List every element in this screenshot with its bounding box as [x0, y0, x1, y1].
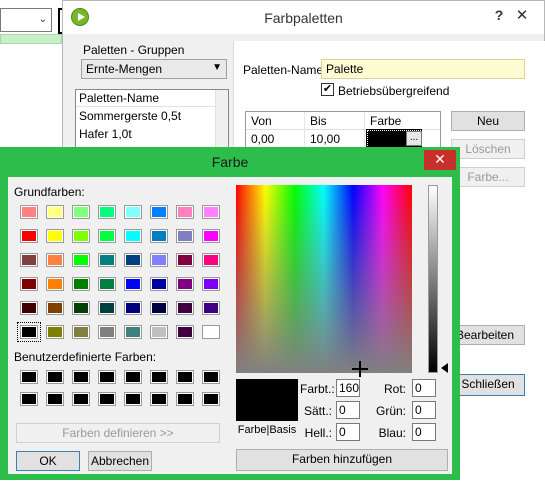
hue-label: Farbt.:: [300, 382, 335, 396]
list-item[interactable]: Sommergerste 0,5t: [76, 108, 216, 125]
groups-label: Paletten - Gruppen: [83, 43, 185, 57]
range-table: Von Bis Farbe 0,00 10,00 ...: [245, 111, 441, 151]
palette-list-header: Paletten-Name: [76, 90, 216, 107]
custom-color-swatch[interactable]: [46, 392, 64, 406]
new-button[interactable]: Neu: [451, 111, 525, 131]
hue-input[interactable]: 160: [336, 379, 360, 397]
list-item[interactable]: Hafer 1,0t: [76, 126, 216, 143]
palette-name-label: Paletten-Name: [243, 63, 324, 77]
background-combo[interactable]: ⌄: [0, 8, 52, 32]
close-button[interactable]: ✕: [511, 7, 533, 25]
custom-color-swatch[interactable]: [98, 392, 116, 406]
color-button[interactable]: Farbe...: [451, 167, 525, 187]
column-header-von: Von: [251, 114, 272, 128]
column-divider: [364, 112, 365, 150]
custom-colors-grid: [8, 177, 228, 417]
custom-color-swatch[interactable]: [20, 392, 38, 406]
custom-color-swatch[interactable]: [98, 370, 116, 384]
custom-color-swatch[interactable]: [202, 370, 220, 384]
custom-color-swatch[interactable]: [150, 392, 168, 406]
dialog-body: Grundfarben: Benutzerdefinierte Farben: …: [8, 177, 452, 474]
help-button[interactable]: ?: [489, 5, 509, 27]
luminance-bar[interactable]: [428, 185, 438, 373]
dialog-title: Farbe: [211, 154, 249, 170]
color-picker-button[interactable]: ...: [406, 131, 422, 146]
green-label: Grün:: [375, 404, 406, 418]
blue-label: Blau:: [378, 426, 406, 440]
groups-select-value: Ernte-Mengen: [86, 62, 163, 76]
green-input[interactable]: 0: [412, 401, 436, 419]
window-title: Farbpaletten: [264, 10, 343, 26]
custom-color-swatch[interactable]: [176, 392, 194, 406]
add-custom-color-button[interactable]: Farben hinzufügen: [236, 449, 448, 471]
red-label: Rot:: [383, 382, 406, 396]
dialog-close-button[interactable]: ✕: [424, 150, 456, 170]
column-header-farbe: Farbe: [370, 114, 402, 128]
column-divider: [304, 112, 305, 150]
luminance-label: Hell.:: [304, 426, 332, 440]
custom-color-swatch[interactable]: [176, 370, 194, 384]
saturation-label: Sätt.:: [303, 404, 332, 418]
preview-label: Farbe|Basis: [237, 424, 297, 436]
column-header-bis: Bis: [310, 114, 327, 128]
custom-color-swatch[interactable]: [72, 392, 90, 406]
cross-company-checkbox[interactable]: ✔: [321, 83, 334, 96]
chevron-down-icon: ⌄: [38, 14, 47, 25]
red-input[interactable]: 0: [412, 379, 436, 397]
blue-input[interactable]: 0: [412, 423, 436, 441]
custom-color-swatch[interactable]: [202, 392, 220, 406]
define-colors-button[interactable]: Farben definieren >>: [16, 423, 220, 443]
groups-select[interactable]: Ernte-Mengen ▼: [81, 59, 227, 79]
ok-button[interactable]: OK: [16, 451, 80, 471]
custom-color-swatch[interactable]: [124, 370, 142, 384]
delete-button[interactable]: Löschen: [451, 139, 525, 159]
background-field: [0, 34, 62, 44]
custom-color-swatch[interactable]: [124, 392, 142, 406]
cross-company-label: Betriebsübergreifend: [338, 84, 450, 98]
cell-von[interactable]: 0,00: [251, 132, 274, 146]
luminance-input[interactable]: 0: [336, 423, 360, 441]
crosshair-icon[interactable]: [352, 361, 368, 377]
color-spectrum[interactable]: [236, 185, 412, 377]
custom-color-swatch[interactable]: [72, 370, 90, 384]
palette-name-input[interactable]: Palette: [321, 59, 525, 79]
color-dialog: Farbe ✕ Grundfarben: Benutzerdefinierte …: [0, 147, 460, 480]
custom-color-swatch[interactable]: [150, 370, 168, 384]
custom-color-swatch[interactable]: [20, 370, 38, 384]
cell-bis[interactable]: 10,00: [310, 132, 340, 146]
color-preview: [236, 379, 298, 421]
palette-list[interactable]: Paletten-Name Sommergerste 0,5t Hafer 1,…: [75, 89, 229, 149]
cancel-button[interactable]: Abbrechen: [88, 451, 152, 471]
list-scrollbar[interactable]: [215, 90, 228, 148]
saturation-input[interactable]: 0: [336, 401, 360, 419]
title-bar: Farbpaletten ? ✕: [63, 1, 544, 34]
chevron-down-icon: ▼: [212, 62, 222, 73]
custom-color-swatch[interactable]: [46, 370, 64, 384]
close-dialog-button[interactable]: Schließen: [451, 374, 525, 396]
luminance-arrow-icon[interactable]: [441, 363, 448, 373]
